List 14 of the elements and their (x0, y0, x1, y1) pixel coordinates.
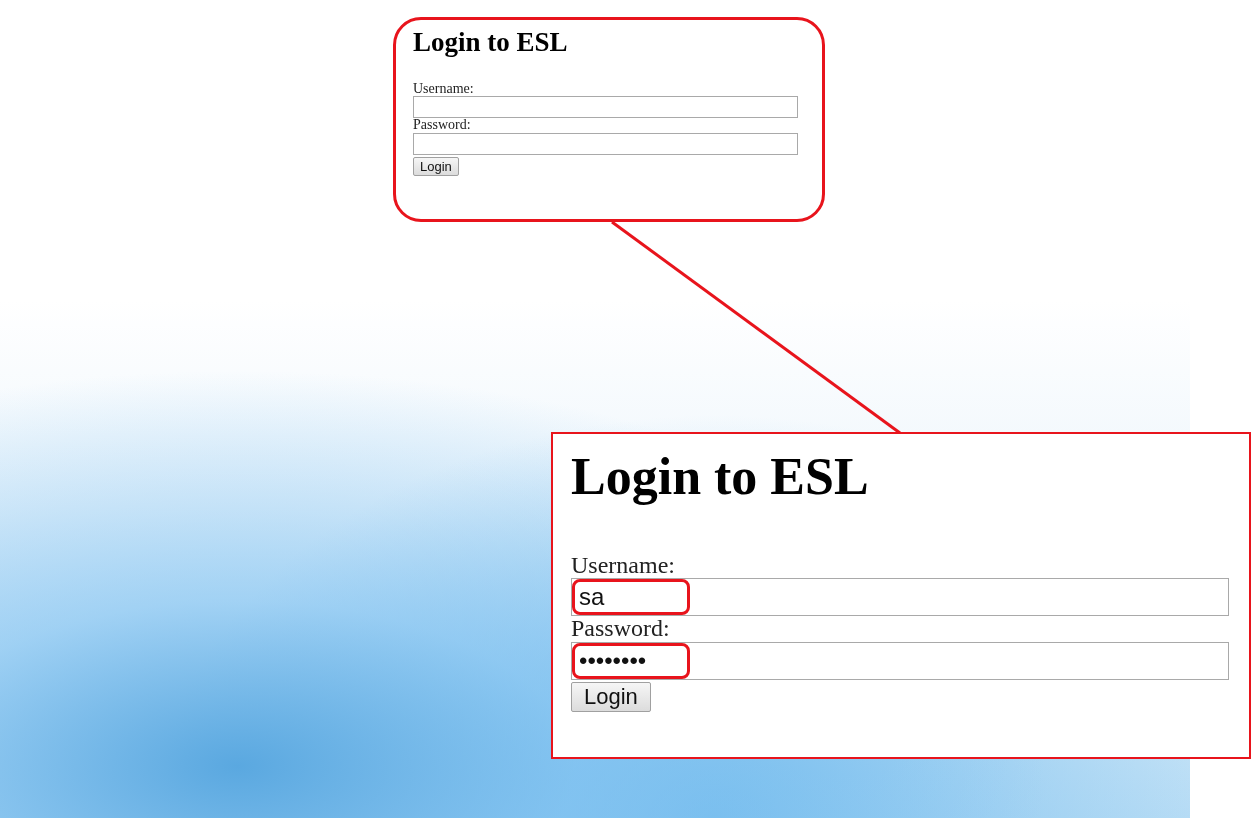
input-field[interactable] (413, 133, 798, 156)
highlighted-value: •••••••• (572, 642, 690, 679)
field-label: Username: (571, 553, 675, 579)
field-label: Username: (413, 81, 474, 97)
page-heading: Login to ESL (413, 28, 568, 58)
highlighted-value: sa (572, 579, 690, 616)
field-label: Password: (413, 118, 471, 134)
input-field[interactable]: sa (571, 578, 1229, 617)
login-button[interactable]: Login (571, 681, 651, 712)
page-heading: Login to ESL (571, 448, 869, 506)
login-button[interactable]: Login (413, 157, 459, 177)
input-field[interactable] (413, 96, 798, 119)
field-label: Password: (571, 616, 670, 642)
input-field[interactable]: •••••••• (571, 641, 1229, 680)
